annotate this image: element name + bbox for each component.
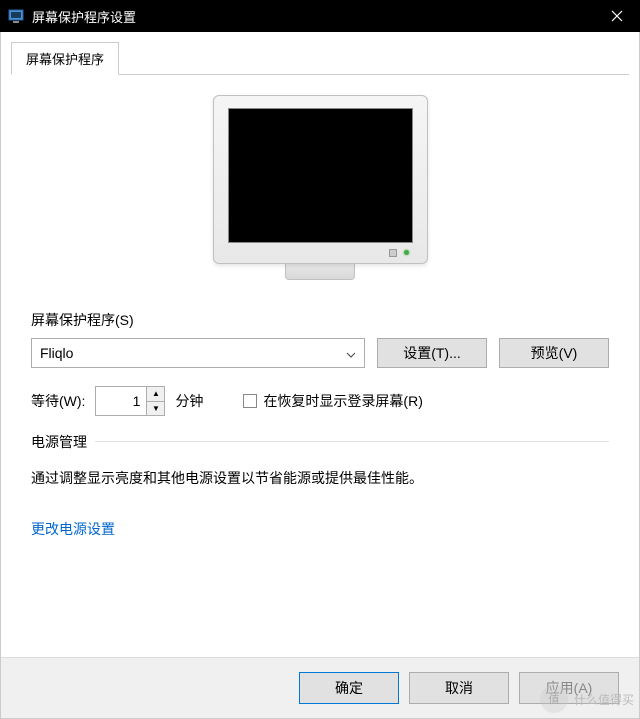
dialog-body: 屏幕保护程序 屏幕保护程序(S) Fliqlo	[0, 32, 640, 719]
app-icon	[8, 8, 24, 24]
wait-label: 等待(W):	[31, 391, 85, 411]
preview-button[interactable]: 预览(V)	[499, 338, 609, 368]
tab-area: 屏幕保护程序	[1, 32, 639, 75]
power-description: 通过调整显示亮度和其他电源设置以节省能源或提供最佳性能。	[31, 468, 609, 489]
screensaver-label: 屏幕保护程序(S)	[31, 310, 609, 330]
ok-button[interactable]: 确定	[299, 672, 399, 704]
resume-checkbox-label: 在恢复时显示登录屏幕(R)	[263, 391, 422, 411]
tab-screensaver[interactable]: 屏幕保护程序	[11, 42, 119, 75]
watermark-badge: 值	[540, 685, 568, 713]
watermark-text: 什么值得买	[574, 691, 634, 708]
wait-input[interactable]	[96, 387, 146, 415]
spinner-up-button[interactable]: ▲	[147, 387, 164, 402]
cancel-button[interactable]: 取消	[409, 672, 509, 704]
tab-strip: 屏幕保护程序	[11, 42, 629, 75]
screensaver-select[interactable]: Fliqlo	[31, 338, 365, 368]
settings-button[interactable]: 设置(T)...	[377, 338, 487, 368]
close-button[interactable]	[594, 0, 640, 32]
spinner-down-button[interactable]: ▼	[147, 402, 164, 416]
titlebar: 屏幕保护程序设置	[0, 0, 640, 32]
watermark: 值 什么值得买	[540, 685, 634, 713]
monitor-graphic	[213, 95, 428, 280]
power-section: 电源管理 通过调整显示亮度和其他电源设置以节省能源或提供最佳性能。 更改电源设置	[31, 441, 609, 539]
wait-unit: 分钟	[175, 391, 203, 411]
monitor-power-button-icon	[389, 249, 397, 257]
power-settings-link[interactable]: 更改电源设置	[31, 521, 115, 537]
screensaver-selected-value: Fliqlo	[40, 345, 346, 361]
monitor-screen	[228, 108, 413, 243]
screensaver-controls-row: Fliqlo 设置(T)... 预览(V)	[31, 338, 609, 368]
wait-spinner[interactable]: ▲ ▼	[95, 386, 165, 416]
resume-checkbox[interactable]	[243, 394, 257, 408]
monitor-preview	[31, 95, 609, 280]
power-heading: 电源管理	[31, 432, 95, 452]
screensaver-section: 屏幕保护程序(S) Fliqlo 设置(T)... 预览(V) 等待(W):	[31, 310, 609, 416]
resume-checkbox-wrap[interactable]: 在恢复时显示登录屏幕(R)	[243, 391, 422, 411]
chevron-down-icon	[346, 345, 356, 361]
wait-row: 等待(W): ▲ ▼ 分钟 在恢复时显示登录屏幕(R)	[31, 386, 609, 416]
content-panel: 屏幕保护程序(S) Fliqlo 设置(T)... 预览(V) 等待(W):	[1, 75, 639, 657]
monitor-led-icon	[404, 250, 409, 255]
window-title: 屏幕保护程序设置	[32, 7, 594, 26]
